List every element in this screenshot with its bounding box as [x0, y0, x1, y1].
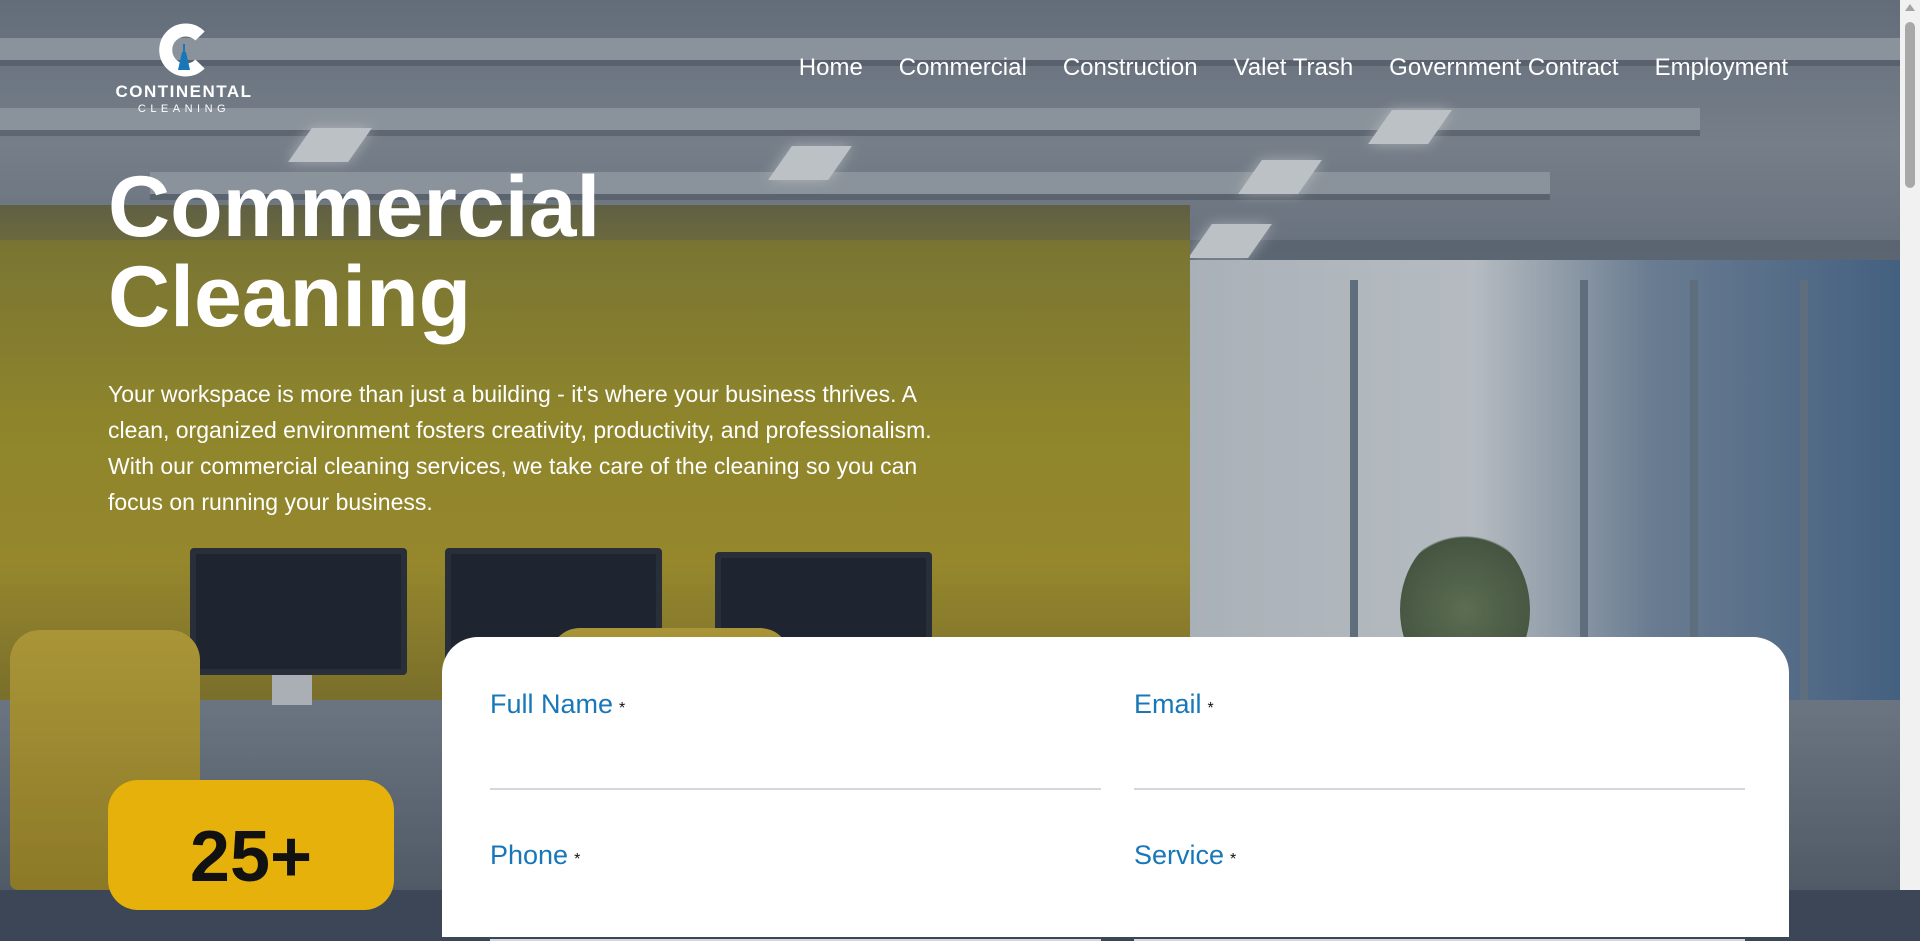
- brand-name: CONTINENTAL: [115, 82, 253, 101]
- email-input[interactable]: [1134, 740, 1745, 790]
- brand-logo[interactable]: CONTINENTAL CLEANING: [108, 22, 260, 122]
- hero-description: Your workspace is more than just a build…: [108, 381, 932, 515]
- full-name-input[interactable]: [490, 740, 1101, 790]
- required-marker: *: [1207, 700, 1214, 717]
- required-marker: *: [574, 851, 581, 868]
- full-name-field: Full Name *: [490, 689, 1101, 790]
- email-field: Email *: [1134, 689, 1745, 790]
- scroll-up-arrow-icon[interactable]: [1905, 4, 1915, 11]
- service-label: Service: [1134, 840, 1225, 870]
- brand-subtitle: CLEANING: [137, 103, 231, 115]
- phone-field: Phone *: [490, 840, 1101, 941]
- page-scrollbar[interactable]: [1900, 0, 1920, 890]
- service-field: Service *: [1134, 840, 1745, 941]
- stat-value: 25+: [189, 817, 313, 897]
- nav-commercial[interactable]: Commercial: [899, 54, 1027, 82]
- years-experience-badge: 25+: [108, 780, 394, 910]
- service-select[interactable]: [1134, 891, 1745, 941]
- logo-c-icon: [156, 22, 212, 78]
- required-marker: *: [619, 700, 626, 717]
- contact-form-card: Full Name * Email * Phone * Service *: [442, 637, 1789, 941]
- page-title: Commercial Cleaning: [108, 162, 808, 342]
- phone-input[interactable]: [490, 891, 1101, 941]
- phone-label: Phone: [490, 840, 569, 870]
- nav-government-contract[interactable]: Government Contract: [1389, 54, 1618, 82]
- nav-valet-trash[interactable]: Valet Trash: [1234, 54, 1354, 82]
- main-navigation: Home Commercial Construction Valet Trash…: [799, 54, 1788, 82]
- full-name-label: Full Name: [490, 689, 614, 719]
- nav-employment[interactable]: Employment: [1655, 54, 1788, 82]
- title-line-2: Cleaning: [108, 249, 472, 345]
- title-line-1: Commercial: [108, 159, 601, 255]
- nav-construction[interactable]: Construction: [1063, 54, 1198, 82]
- required-marker: *: [1230, 851, 1237, 868]
- scrollbar-thumb[interactable]: [1905, 22, 1915, 188]
- nav-home[interactable]: Home: [799, 54, 863, 82]
- email-label: Email: [1134, 689, 1202, 719]
